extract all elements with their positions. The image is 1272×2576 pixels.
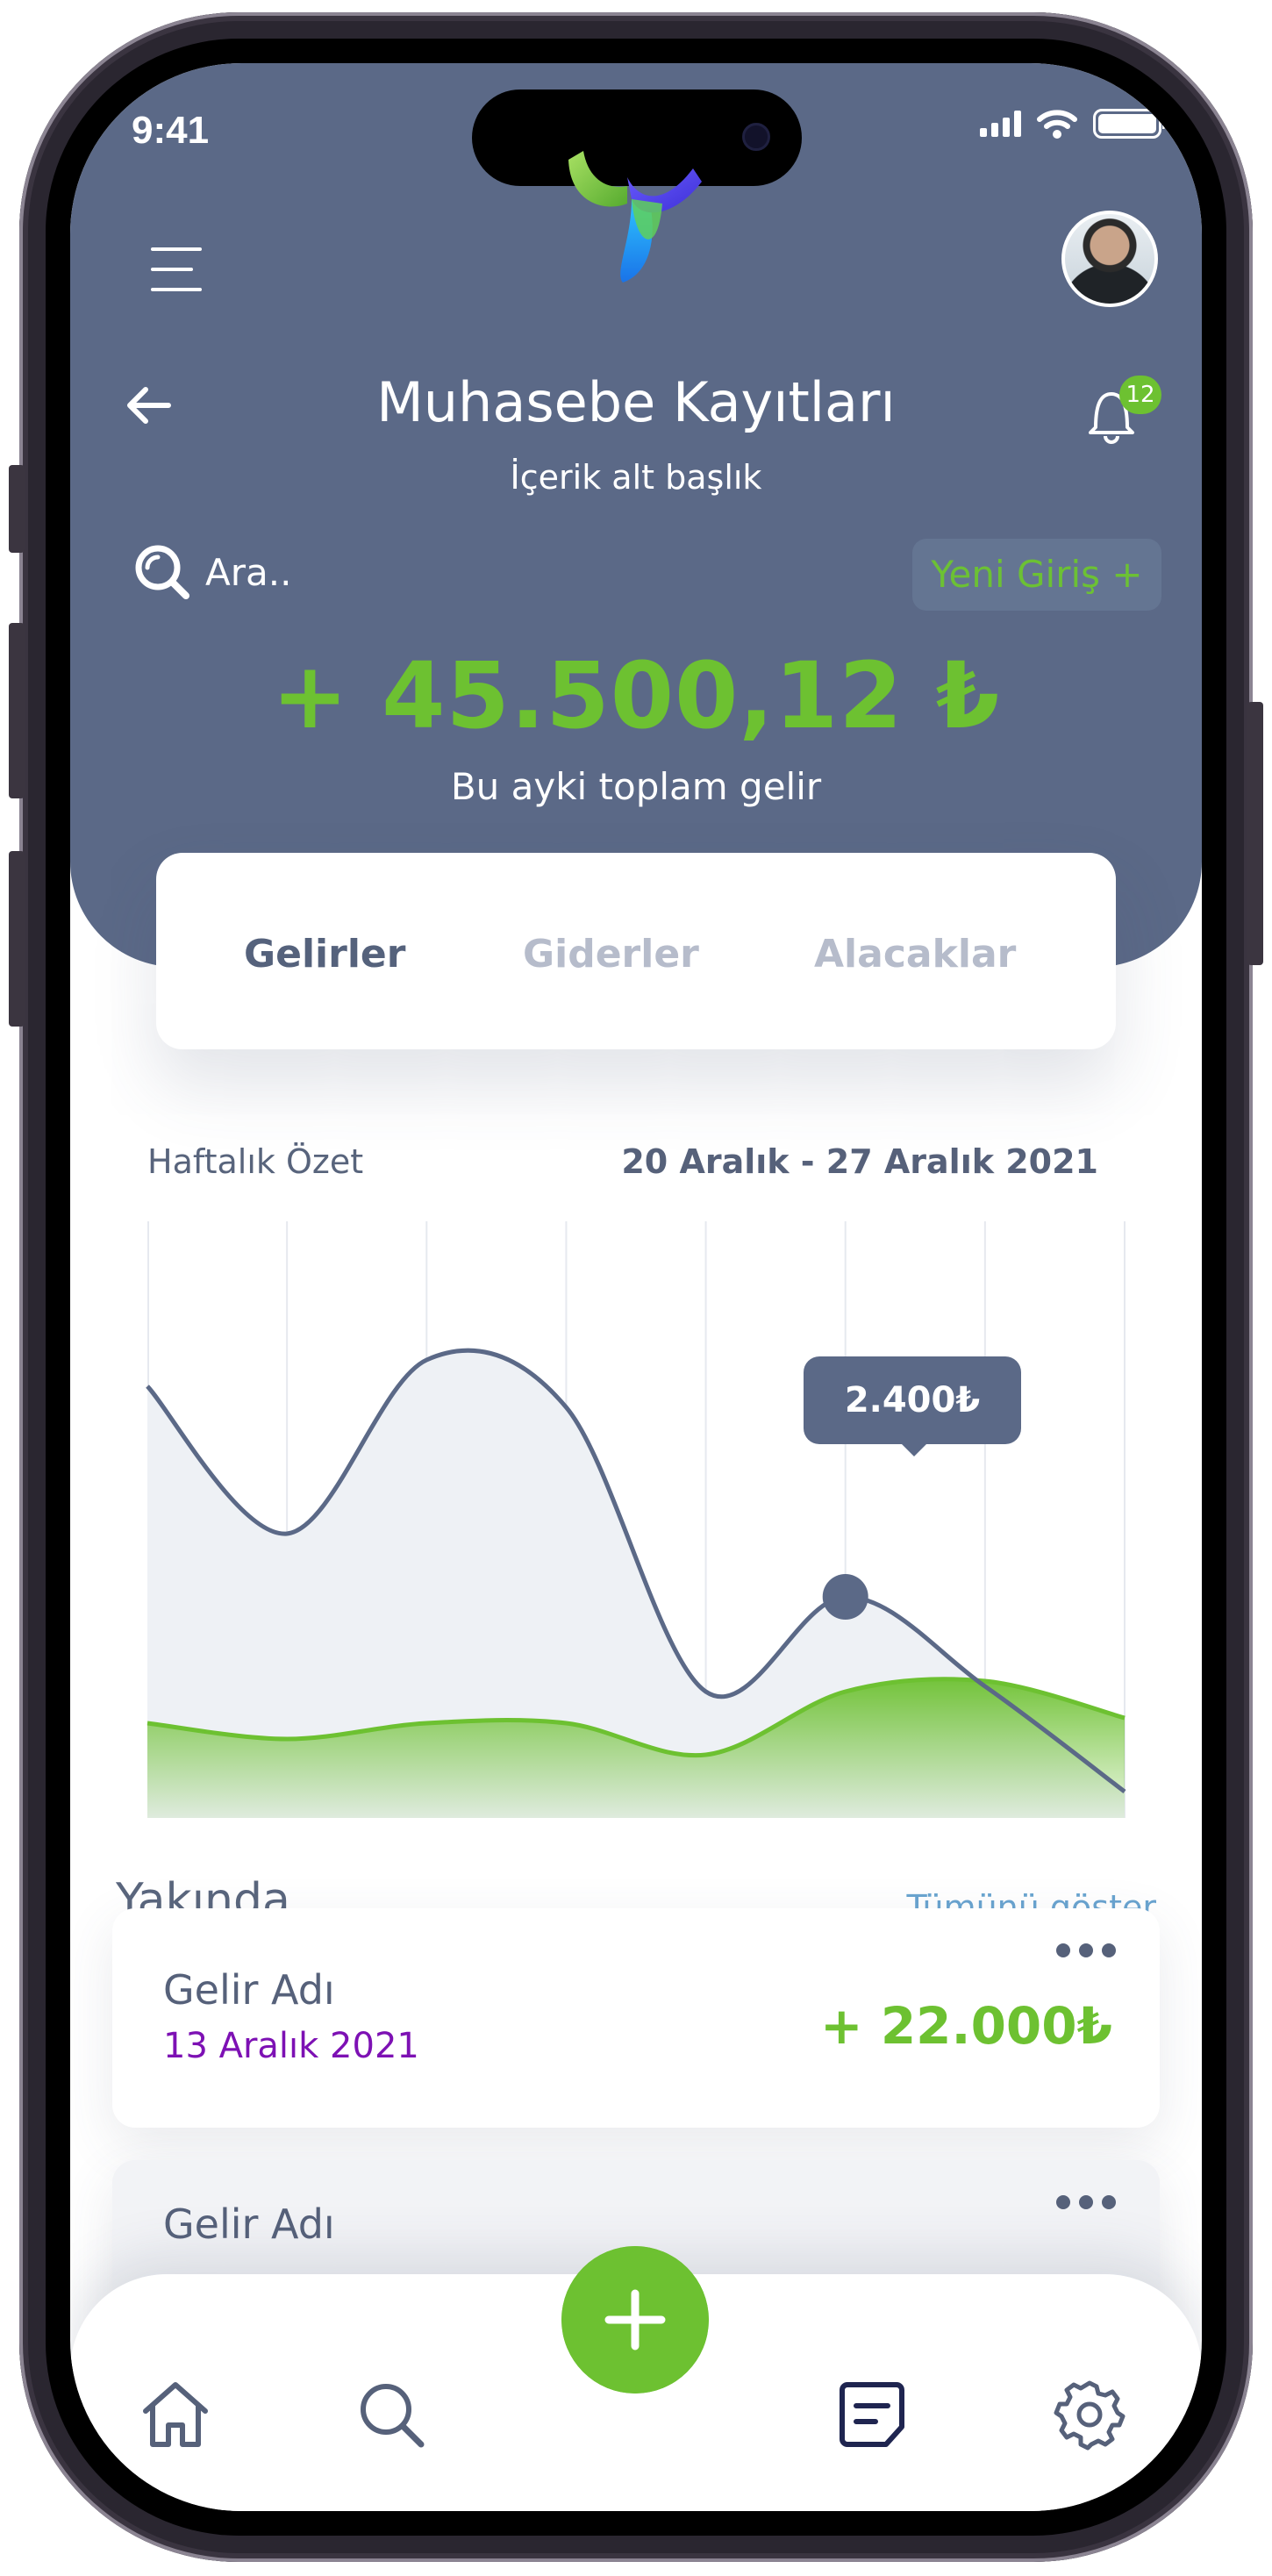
page-title: Muhasebe Kayıtları	[376, 370, 896, 434]
status-icons	[980, 109, 1166, 139]
new-entry-button[interactable]: Yeni Giriş +	[912, 539, 1161, 611]
add-icon[interactable]	[561, 2246, 709, 2394]
settings-icon[interactable]	[1053, 2378, 1126, 2451]
camera-icon	[742, 123, 770, 151]
notification-badge: 12	[1119, 376, 1161, 414]
tab-gelirler[interactable]: Gelirler	[244, 932, 405, 977]
item-name: Gelir Adı	[163, 2200, 335, 2248]
tabs-card: Gelirler Giderler Alacaklar	[156, 853, 1116, 1049]
signal-icon	[980, 111, 1021, 137]
list-icon[interactable]	[835, 2378, 909, 2451]
page-subtitle: İçerik alt başlık	[510, 458, 762, 497]
header: 9:41 Muhasebe Kayıtları İçerik alt başlı…	[70, 63, 1202, 967]
weekly-chart	[146, 1221, 1126, 1818]
chart-date-range: 20 Aralık - 27 Aralık 2021	[621, 1142, 1098, 1181]
menu-icon[interactable]	[151, 247, 202, 291]
logo-icon	[568, 151, 702, 283]
more-icon[interactable]	[1056, 1943, 1116, 1957]
tab-alacaklar[interactable]: Alacaklar	[814, 932, 1016, 977]
battery-icon	[1093, 109, 1166, 139]
chart-tooltip: 2.400₺	[804, 1356, 1021, 1456]
search-bar[interactable]: Ara..	[132, 541, 291, 603]
more-icon[interactable]	[1056, 2195, 1116, 2209]
wifi-icon	[1037, 110, 1077, 139]
volume-up-button	[9, 623, 25, 798]
action-button	[9, 465, 25, 553]
total-caption: Bu ayki toplam gelir	[450, 765, 822, 808]
status-time: 9:41	[132, 109, 210, 152]
tab-giderler[interactable]: Giderler	[523, 932, 699, 977]
item-date: 13 Aralık 2021	[163, 2026, 419, 2066]
search-icon	[135, 545, 189, 599]
screen: 9:41 Muhasebe Kayıtları İçerik alt başlı…	[70, 63, 1202, 2511]
highlight-point[interactable]	[822, 1574, 868, 1620]
total-amount: + 45.500,12 ₺	[271, 642, 1001, 749]
search-input[interactable]: Ara..	[205, 551, 291, 594]
avatar[interactable]	[1061, 211, 1158, 307]
item-name: Gelir Adı	[163, 1966, 335, 2014]
home-icon[interactable]	[139, 2378, 212, 2451]
power-button	[1247, 702, 1263, 965]
chart-title: Haftalık Özet	[147, 1142, 364, 1181]
list-item[interactable]: Gelir Adı 13 Aralık 2021 + 22.000₺	[112, 1908, 1160, 2128]
item-amount: + 22.000₺	[820, 1996, 1112, 2056]
search-icon[interactable]	[354, 2378, 428, 2451]
volume-down-button	[9, 851, 25, 1027]
